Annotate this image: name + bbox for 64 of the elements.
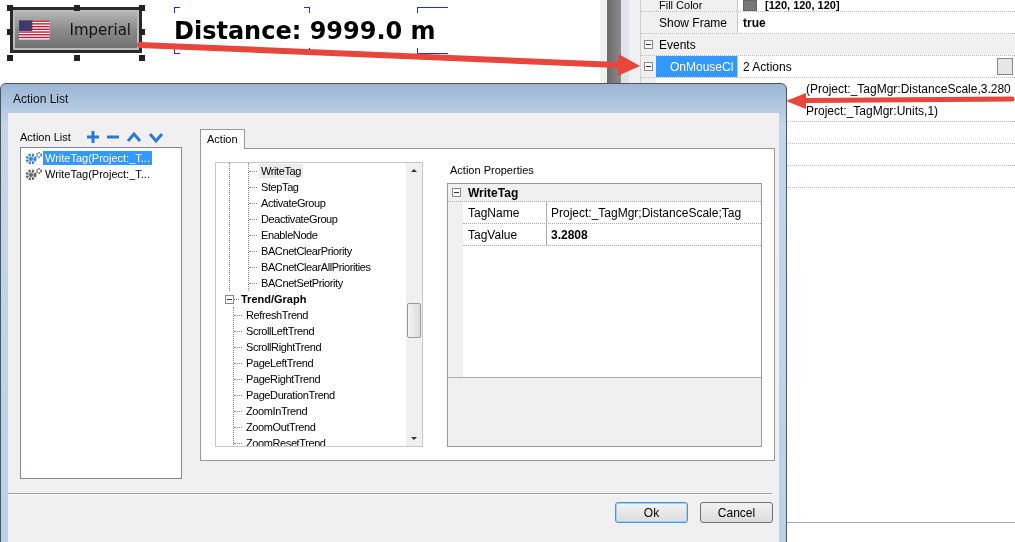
selection-handle[interactable]	[7, 55, 13, 61]
tree-group[interactable]: Trend/Graph	[241, 293, 307, 305]
property-name[interactable]: TagName	[463, 202, 547, 223]
distance-label: Distance: 9999.0 m	[174, 17, 436, 45]
selection-handle[interactable]	[139, 29, 145, 35]
scroll-thumb[interactable]	[407, 303, 421, 338]
tree-item[interactable]: EnableNode	[259, 228, 320, 242]
tree-item[interactable]: RefreshTrend	[244, 308, 311, 322]
tree-item[interactable]: PageRightTrend	[244, 372, 323, 386]
property-value[interactable]: Project:_TagMgr;DistanceScale;Tag	[547, 202, 761, 223]
tree-item[interactable]: PageDurationTrend	[244, 388, 337, 402]
property-value: Project:_TagMgr:Units,1)	[806, 103, 939, 118]
property-value[interactable]: 3.2808	[547, 224, 761, 245]
property-value: (Project:_TagMgr:DistanceScale,3.280	[806, 81, 1011, 96]
flag-icon	[19, 20, 50, 40]
action-item[interactable]: WriteTag(Project:_T...	[43, 166, 152, 181]
scrollbar[interactable]	[406, 163, 422, 446]
gear-icon	[25, 150, 43, 165]
property-group[interactable]: WriteTag	[468, 185, 519, 200]
selection-handle[interactable]	[74, 55, 80, 61]
selection-handle[interactable]	[139, 55, 145, 61]
collapse-icon[interactable]	[225, 294, 234, 304]
property-value: true	[743, 15, 766, 30]
selection-corner	[417, 7, 448, 13]
property-name[interactable]: TagValue	[463, 224, 547, 245]
property-value: [120, 120, 120]	[765, 0, 840, 11]
unit-button[interactable]: Imperial	[10, 7, 142, 53]
tree-item[interactable]: StepTag	[259, 180, 301, 194]
tree-item[interactable]: ActivateGroup	[259, 196, 328, 210]
selection-corner	[174, 7, 180, 13]
tree-item[interactable]: ScrollRightTrend	[244, 340, 324, 354]
property-category[interactable]: Events	[656, 34, 1015, 55]
window-title: Action List	[12, 90, 70, 108]
property-name[interactable]: Fill Color	[656, 0, 738, 11]
tree-item[interactable]: PageLeftTrend	[244, 356, 316, 370]
selection-handle[interactable]	[7, 29, 13, 35]
property-name[interactable]: Show Frame	[656, 12, 738, 33]
property-value: 2 Actions	[743, 59, 792, 74]
selection-handle[interactable]	[7, 5, 13, 11]
selection-handle[interactable]	[139, 5, 145, 11]
tab[interactable]: Action	[200, 129, 245, 149]
selection-corner	[174, 48, 180, 54]
list-label: Action List	[20, 130, 71, 143]
ok-button[interactable]: Ok	[615, 502, 688, 523]
tree-item[interactable]: ZoomOutTrend	[244, 420, 318, 434]
collapse-icon[interactable]	[644, 40, 653, 49]
tree-item[interactable]: BACnetClearPriority	[259, 244, 354, 258]
tree-item[interactable]: ZoomInTrend	[244, 404, 310, 418]
tree-item[interactable]: BACnetSetPriority	[259, 276, 345, 290]
cancel-button[interactable]: Cancel	[700, 502, 773, 523]
tree-item[interactable]: BACnetClearAllPriorities	[259, 260, 373, 274]
tree-item[interactable]: DeactivateGroup	[259, 212, 340, 226]
browse-button[interactable]	[997, 58, 1013, 75]
add-icon[interactable]	[85, 129, 100, 144]
collapse-icon[interactable]	[644, 62, 653, 71]
selection-corner	[304, 7, 310, 13]
selection-handle[interactable]	[74, 5, 80, 11]
collapse-icon[interactable]	[452, 188, 461, 197]
section-label: Action Properties	[449, 164, 535, 178]
gear-icon	[25, 166, 43, 181]
tree-item[interactable]: ScrollLeftTrend	[244, 324, 317, 338]
selection-corner	[417, 48, 448, 54]
move-up-icon[interactable]	[125, 129, 142, 144]
tree-item[interactable]: WriteTag	[259, 164, 303, 178]
